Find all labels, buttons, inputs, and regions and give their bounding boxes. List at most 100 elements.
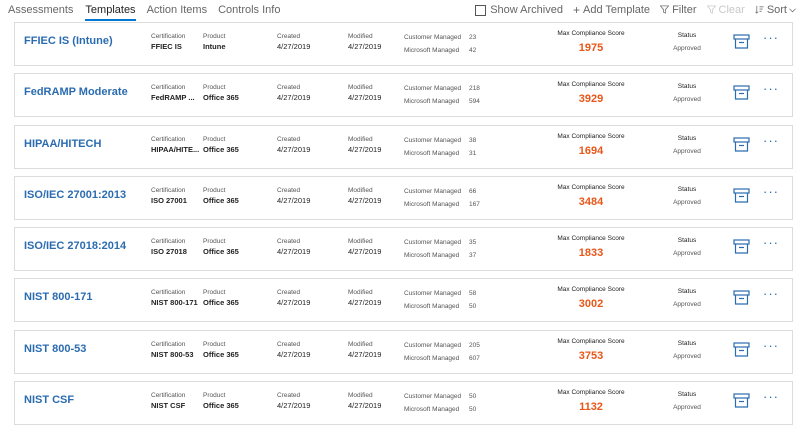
customer-managed-row: Customer Managed 23	[404, 31, 476, 44]
max-score-value: 3929	[578, 93, 604, 106]
more-options-icon[interactable]: ···	[763, 82, 779, 96]
modified-field: Modified 4/27/2019	[348, 288, 408, 308]
more-options-icon[interactable]: ···	[763, 236, 779, 250]
max-compliance-score: Max Compliance Score 3753	[541, 338, 641, 362]
archive-icon[interactable]	[733, 393, 750, 408]
product-field: Product Office 365	[203, 83, 273, 103]
template-name-link[interactable]: NIST 800-53	[24, 343, 86, 355]
template-name-link[interactable]: ISO/IEC 27018:2014	[24, 240, 126, 252]
certification-value: FFIEC IS	[151, 42, 182, 51]
product-field: Product Office 365	[203, 340, 273, 360]
tab-controls-info[interactable]: Controls Info	[218, 3, 280, 21]
chevron-down-icon	[789, 3, 796, 17]
max-score-label: Max Compliance Score	[557, 132, 625, 140]
certification-label: Certification	[151, 392, 186, 400]
microsoft-managed-count: 50	[469, 406, 477, 414]
max-score-label: Max Compliance Score	[557, 337, 625, 345]
microsoft-managed-label: Microsoft Managed	[404, 406, 460, 414]
archive-icon[interactable]	[733, 290, 750, 306]
certification-label: Certification	[151, 84, 186, 92]
status-label: Status	[677, 185, 697, 193]
more-options-icon[interactable]: ···	[763, 31, 779, 45]
created-label: Created	[277, 289, 301, 297]
created-date: 4/27/2019	[277, 349, 311, 359]
status-value: Approved	[673, 96, 701, 104]
template-name-link[interactable]: HIPAA/HITECH	[24, 138, 101, 150]
created-label: Created	[277, 135, 301, 143]
archive-icon[interactable]	[733, 85, 750, 100]
product-value: Office 365	[203, 144, 239, 154]
template-name-link[interactable]: ISO/IEC 27001:2013	[24, 189, 126, 201]
template-card: NIST CSF Certification NIST CSF Product …	[14, 381, 793, 426]
max-score-label: Max Compliance Score	[557, 183, 625, 191]
managed-counts: Customer Managed 38 Microsoft Managed 31	[404, 134, 476, 160]
certification-value: NIST CSF	[151, 401, 186, 411]
sort-button[interactable]: Sort	[754, 3, 796, 17]
customer-managed-count: 66	[469, 187, 477, 195]
modified-field: Modified 4/27/2019	[348, 186, 408, 206]
certification-field: Certification NIST 800-171	[151, 288, 203, 308]
product-label: Product	[203, 340, 226, 348]
modified-date: 4/27/2019	[348, 42, 382, 51]
template-name-link[interactable]: FFIEC IS (Intune)	[24, 35, 113, 47]
created-field: Created 4/27/2019	[277, 288, 337, 308]
max-compliance-score: Max Compliance Score 3002	[541, 286, 641, 310]
tab-assessments[interactable]: Assessments	[8, 3, 73, 21]
microsoft-managed-label: Microsoft Managed	[404, 354, 460, 362]
certification-value: NIST 800-53	[151, 349, 194, 359]
max-score-value: 1833	[578, 247, 604, 260]
created-field: Created 4/27/2019	[277, 237, 337, 257]
created-date: 4/27/2019	[277, 93, 311, 103]
microsoft-managed-count: 42	[469, 47, 477, 54]
archive-icon[interactable]	[733, 239, 750, 254]
more-options-icon[interactable]: ···	[763, 184, 779, 199]
template-name-link[interactable]: NIST 800-171	[24, 291, 92, 303]
add-template-label: Add Template	[582, 4, 651, 16]
status-field: Status Approved	[665, 391, 709, 411]
tab-action-items[interactable]: Action Items	[147, 3, 208, 21]
archive-icon[interactable]	[733, 342, 750, 357]
customer-managed-row: Customer Managed 38	[404, 134, 476, 147]
product-value: Office 365	[203, 401, 239, 411]
template-name-link[interactable]: NIST CSF	[24, 394, 74, 406]
archive-icon[interactable]	[733, 188, 750, 203]
customer-managed-row: Customer Managed 35	[404, 236, 476, 249]
clear-button[interactable]: Clear	[706, 3, 745, 17]
sort-label: Sort	[766, 4, 787, 16]
more-options-icon[interactable]: ···	[763, 287, 779, 301]
modified-label: Modified	[348, 186, 373, 194]
certification-field: Certification FFIEC IS	[151, 32, 203, 52]
certification-value: NIST 800-171	[151, 298, 198, 308]
customer-managed-count: 38	[469, 136, 477, 144]
more-options-icon[interactable]: ···	[763, 338, 779, 353]
show-archived-checkbox[interactable]: Show Archived	[475, 3, 563, 17]
created-label: Created	[277, 238, 301, 246]
status-field: Status Approved	[665, 135, 709, 155]
status-value: Approved	[673, 250, 701, 258]
add-template-button[interactable]: + Add Template	[573, 3, 650, 17]
managed-counts: Customer Managed 58 Microsoft Managed 50	[404, 287, 476, 313]
certification-value: FedRAMP ...	[151, 93, 195, 103]
archive-icon[interactable]	[733, 136, 750, 152]
archive-icon[interactable]	[733, 34, 750, 49]
max-score-value: 3753	[578, 349, 604, 362]
clear-filter-icon	[706, 4, 716, 16]
max-compliance-score: Max Compliance Score 1833	[541, 235, 641, 259]
more-options-icon[interactable]: ···	[763, 390, 779, 404]
sort-icon	[754, 4, 764, 16]
microsoft-managed-row: Microsoft Managed 37	[404, 249, 476, 262]
created-field: Created 4/27/2019	[277, 186, 337, 206]
filter-button[interactable]: Filter	[659, 3, 697, 17]
created-date: 4/27/2019	[277, 42, 311, 51]
microsoft-managed-count: 37	[469, 252, 477, 260]
microsoft-managed-count: 31	[469, 149, 477, 157]
checkbox-icon	[475, 4, 487, 16]
microsoft-managed-row: Microsoft Managed 607	[404, 352, 480, 365]
template-name-link[interactable]: FedRAMP Moderate	[24, 86, 128, 98]
more-options-icon[interactable]: ···	[763, 133, 779, 148]
product-value: Intune	[203, 42, 226, 51]
customer-managed-row: Customer Managed 218	[404, 82, 480, 95]
status-value: Approved	[673, 301, 701, 309]
tab-templates[interactable]: Templates	[85, 3, 136, 21]
status-field: Status Approved	[665, 83, 709, 103]
